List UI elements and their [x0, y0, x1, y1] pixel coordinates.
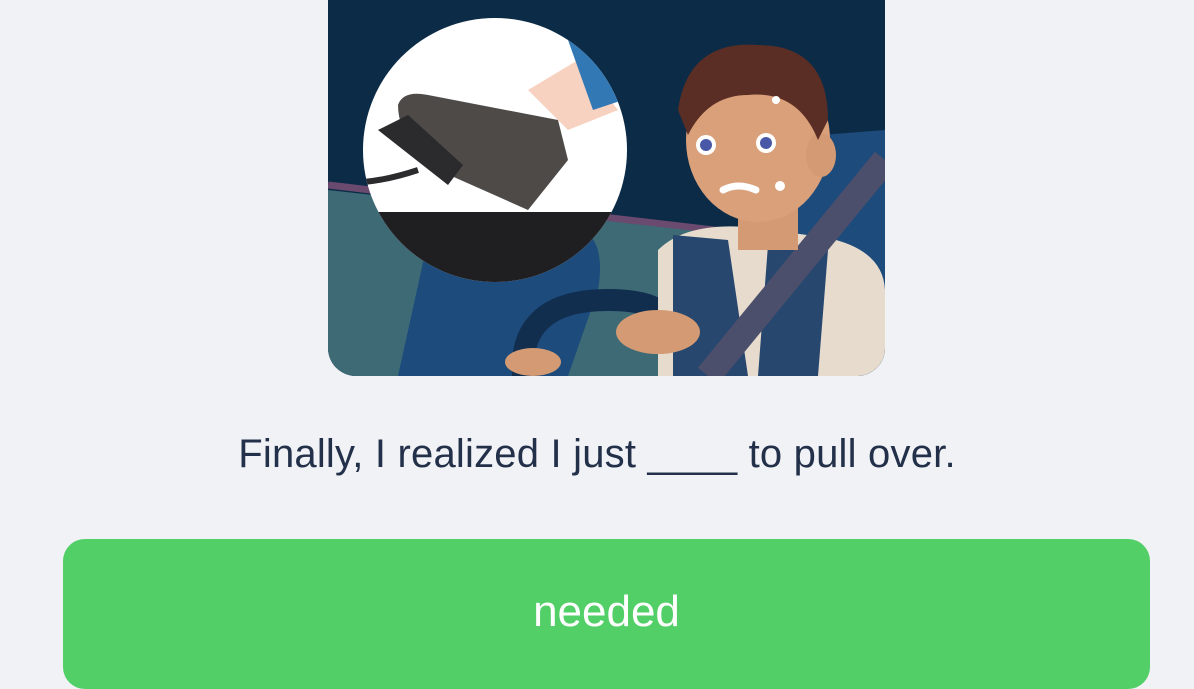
sentence-before-blank: Finally, I realized I just — [238, 432, 648, 476]
scene-illustration — [328, 0, 885, 376]
sentence-blank: ____ — [647, 432, 738, 476]
question-sentence: Finally, I realized I just ____ to pull … — [0, 432, 1194, 477]
answer-option-label: needed — [533, 587, 680, 636]
sentence-after-blank: to pull over. — [737, 432, 956, 476]
answer-option-button[interactable]: needed — [63, 539, 1150, 689]
